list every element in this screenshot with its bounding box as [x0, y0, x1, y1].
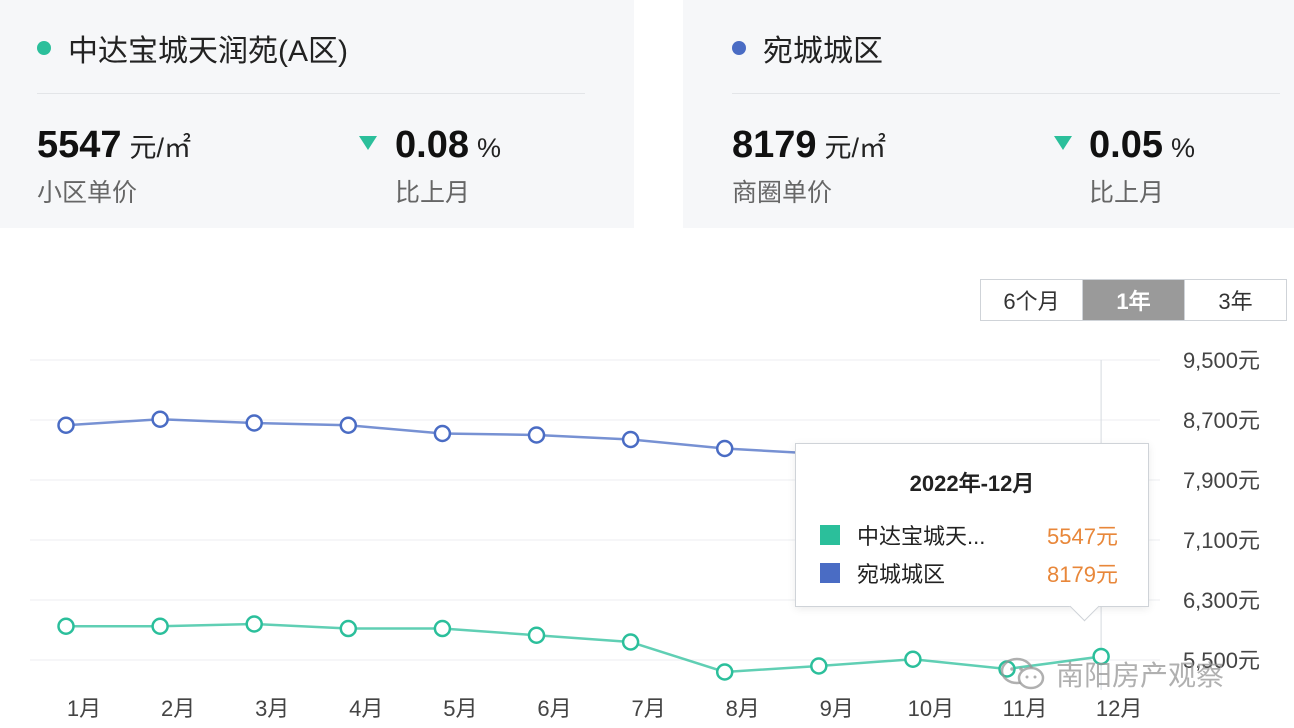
time-range-tabs: 6个月 1年 3年 [980, 279, 1287, 321]
down-triangle-icon [359, 136, 377, 150]
community-price-card: 中达宝城天润苑(A区) 5547 元/㎡ 小区单价 0.08% 比上月 [0, 0, 634, 228]
community-legend-dot [37, 41, 51, 55]
data-point [151, 410, 169, 428]
data-point [151, 617, 169, 635]
district-price: 8179 元/㎡ [732, 124, 887, 166]
tooltip-series-name: 宛城城区 [857, 562, 946, 587]
down-triangle-icon [1054, 136, 1072, 150]
tab-6-months[interactable]: 6个月 [981, 280, 1083, 320]
tooltip-row: 宛城城区 8179元 [820, 558, 1130, 588]
x-tick-label: 11月 [1003, 696, 1048, 721]
x-tick-label: 9月 [820, 696, 854, 721]
data-point [527, 426, 546, 444]
watermark-text: 南阳房产观察 [1056, 660, 1225, 691]
district-legend-dot [732, 41, 746, 55]
change-unit: % [476, 133, 501, 163]
y-tick-label: 9,500元 [1183, 348, 1260, 373]
data-point [433, 424, 452, 443]
tooltip-swatch-district [820, 563, 840, 583]
chart-tooltip: 2022年-12月 中达宝城天... 5547元 宛城城区 8179元 [795, 443, 1149, 607]
x-tick-label: 6月 [537, 696, 571, 721]
tooltip-series-value: 5547元 [1047, 524, 1118, 549]
data-point [715, 439, 734, 458]
tooltip-series-value: 8179元 [1047, 562, 1118, 587]
y-tick-label: 7,900元 [1183, 468, 1260, 493]
series-line [66, 622, 1102, 674]
community-price-label: 小区单价 [37, 179, 138, 207]
data-point [245, 615, 263, 633]
data-point [433, 619, 452, 638]
district-change: 0.05% [1089, 124, 1195, 166]
district-price-card: 宛城城区 8179 元/㎡ 商圈单价 0.05% 比上月 [683, 0, 1294, 228]
data-point [339, 619, 358, 638]
data-point [339, 416, 358, 434]
y-tick-label: 7,100元 [1183, 528, 1260, 553]
x-tick-label: 12月 [1096, 696, 1142, 721]
x-tick-label: 8月 [726, 696, 760, 721]
data-point [245, 414, 263, 432]
tooltip-series-name: 中达宝城天... [857, 524, 986, 549]
tooltip-row: 中达宝城天... 5547元 [820, 520, 1130, 550]
x-tick-label: 3月 [255, 696, 289, 721]
tab-1-year[interactable]: 1年 [1083, 280, 1185, 320]
data-point [810, 657, 828, 675]
change-unit: % [1170, 133, 1195, 163]
price-unit: 元/㎡ [824, 133, 887, 163]
district-name: 宛城城区 [763, 35, 883, 68]
wechat-icon [1000, 657, 1045, 690]
card-divider [37, 93, 585, 94]
tab-3-years[interactable]: 3年 [1185, 280, 1286, 320]
community-price: 5547 元/㎡ [37, 124, 192, 166]
data-point [527, 626, 546, 644]
tooltip-title: 2022年-12月 [909, 471, 1035, 496]
price-unit: 元/㎡ [129, 133, 192, 163]
y-tick-label: 6,300元 [1183, 588, 1260, 613]
data-point [621, 633, 640, 651]
district-change-label: 比上月 [1089, 179, 1165, 207]
data-point [715, 663, 734, 681]
data-point [621, 430, 640, 449]
data-point [57, 617, 75, 635]
district-price-label: 商圈单价 [732, 179, 833, 207]
data-point [57, 416, 75, 434]
data-point [904, 650, 922, 668]
x-tick-label: 1月 [67, 696, 101, 721]
x-tick-label: 10月 [908, 696, 954, 721]
tooltip-swatch-community [820, 525, 840, 545]
community-change: 0.08% [395, 124, 501, 166]
y-tick-label: 8,700元 [1183, 408, 1260, 433]
watermark: 南阳房产观察 [1000, 654, 1224, 694]
x-tick-label: 5月 [443, 696, 477, 721]
x-tick-label: 2月 [161, 696, 195, 721]
x-tick-label: 4月 [349, 696, 383, 721]
community-name: 中达宝城天润苑(A区) [68, 35, 348, 68]
x-tick-label: 7月 [631, 696, 665, 721]
community-change-label: 比上月 [395, 179, 471, 207]
card-divider [732, 93, 1280, 94]
